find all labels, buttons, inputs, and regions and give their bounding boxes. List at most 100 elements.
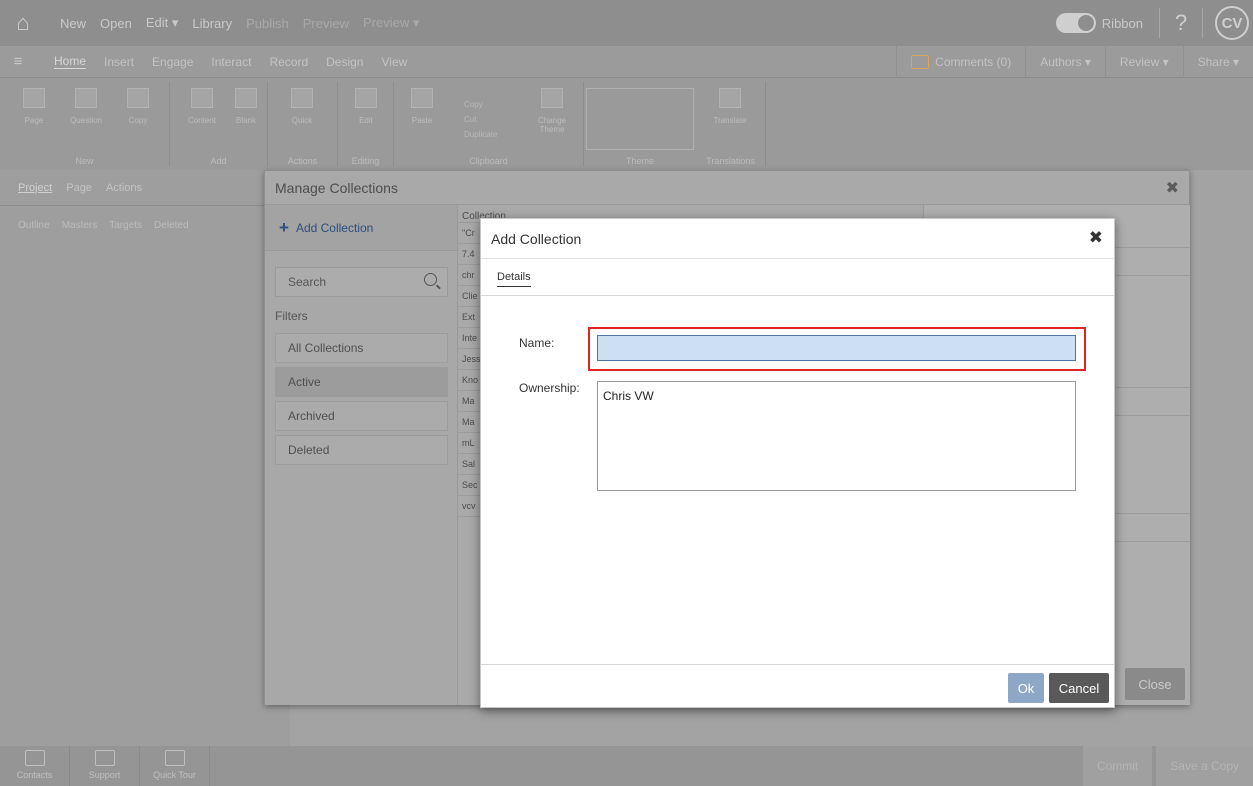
tab-insert[interactable]: Insert: [104, 55, 134, 69]
review-button[interactable]: Review ▾: [1104, 45, 1183, 78]
copy-small-button[interactable]: Copy: [464, 100, 483, 109]
home-icon[interactable]: ⌂: [0, 0, 46, 46]
close-icon[interactable]: ✖: [1166, 178, 1179, 198]
left-panel: Project Page Actions Outline Masters Tar…: [0, 170, 290, 746]
new-question-button[interactable]: Question: [66, 88, 106, 125]
add-dialog-tabs: Details: [481, 259, 1114, 296]
filter-deleted[interactable]: Deleted: [275, 435, 448, 465]
menu-open[interactable]: Open: [100, 16, 132, 31]
edit-button[interactable]: Edit: [346, 88, 386, 125]
ribbon-group-clipboard: Paste Copy Cut Duplicate Change Theme Cl…: [394, 82, 584, 166]
ownership-value: Chris VW: [603, 389, 654, 403]
subtab-targets[interactable]: Targets: [109, 220, 142, 231]
copy-icon: [127, 88, 149, 108]
tab-page[interactable]: Page: [66, 182, 92, 194]
support-icon: [94, 750, 115, 766]
signpost-icon: [164, 750, 185, 766]
search-icon: [424, 273, 437, 286]
duplicate-button[interactable]: Duplicate: [464, 130, 497, 139]
authors-button[interactable]: Authors ▾: [1025, 45, 1105, 78]
tab-project[interactable]: Project: [18, 182, 52, 194]
filters-label: Filters: [275, 309, 308, 323]
pencil-icon: [355, 88, 377, 108]
contacts-button[interactable]: Contacts: [0, 746, 70, 786]
share-button[interactable]: Share ▾: [1182, 45, 1253, 78]
ownership-label: Ownership:: [519, 381, 580, 395]
theme-icon: [541, 88, 563, 108]
group-label-actions: Actions: [287, 156, 318, 166]
menu-library[interactable]: Library: [192, 16, 232, 31]
subtab-outline[interactable]: Outline: [18, 220, 50, 231]
save-copy-button[interactable]: Save a Copy: [1156, 746, 1253, 786]
menu-preview-dropdown[interactable]: Preview ▾: [363, 15, 419, 31]
filter-archived[interactable]: Archived: [275, 401, 448, 431]
comments-label: Comments (0): [935, 54, 1012, 69]
ownership-field[interactable]: Chris VW: [597, 381, 1076, 491]
content-icon: [191, 88, 213, 108]
help-icon[interactable]: ?: [1166, 10, 1196, 36]
paste-button[interactable]: Paste: [402, 88, 442, 125]
menu-new[interactable]: New: [60, 16, 86, 31]
new-copy-button[interactable]: Copy: [118, 88, 158, 125]
add-dialog-title: Add Collection: [481, 219, 1114, 259]
filter-all-collections[interactable]: All Collections: [275, 333, 448, 363]
commit-button[interactable]: Commit: [1082, 746, 1153, 786]
ribbon: Page Question Copy New Content Blank Add…: [0, 78, 1253, 170]
collections-search-input[interactable]: Search: [275, 267, 448, 297]
hamburger-icon[interactable]: ≡: [0, 53, 36, 70]
close-button[interactable]: Close: [1125, 668, 1185, 700]
collections-sidebar: + Add Collection Search Filters All Coll…: [265, 205, 458, 705]
support-button[interactable]: Support: [70, 746, 140, 786]
tab-view[interactable]: View: [381, 55, 407, 69]
change-theme-button[interactable]: Change Theme: [532, 88, 572, 134]
group-label-new: New: [75, 156, 94, 166]
blank-icon: [235, 88, 257, 108]
manage-dialog-title: Manage Collections: [265, 171, 1189, 205]
quick-tour-button[interactable]: Quick Tour: [140, 746, 210, 786]
group-label-editing: Editing: [351, 156, 380, 166]
group-label-clipboard: Clipboard: [469, 156, 508, 166]
name-input[interactable]: [597, 335, 1076, 361]
new-page-button[interactable]: Page: [14, 88, 54, 125]
add-collection-label: Add Collection: [295, 220, 374, 235]
menu-preview[interactable]: Preview: [303, 16, 349, 31]
page-icon: [23, 88, 45, 108]
add-blank-button[interactable]: Blank: [226, 88, 266, 125]
tab-home[interactable]: Home: [54, 54, 87, 69]
close-icon[interactable]: ✖: [1089, 228, 1103, 248]
translate-button[interactable]: Translate: [710, 88, 750, 125]
group-label-translations: Translations: [706, 156, 755, 166]
top-bar: ⌂ New Open Edit ▾ Library Publish Previe…: [0, 0, 1253, 46]
ribbon-toggle[interactable]: [1055, 13, 1096, 33]
tab-record[interactable]: Record: [269, 55, 308, 69]
menu-publish[interactable]: Publish: [246, 16, 289, 31]
tab-interact[interactable]: Interact: [211, 55, 251, 69]
avatar[interactable]: CV: [1215, 6, 1249, 40]
subtab-deleted[interactable]: Deleted: [154, 220, 188, 231]
add-collection-dialog: Add Collection ✖ Details Name: Ownership…: [480, 218, 1115, 708]
tab-design[interactable]: Design: [326, 55, 363, 69]
quick-icon: [291, 88, 313, 108]
filter-active[interactable]: Active: [275, 367, 448, 397]
quick-button[interactable]: Quick: [282, 88, 322, 125]
bottom-bar: Contacts Support Quick Tour Commit Save …: [0, 746, 1253, 786]
subtab-masters[interactable]: Masters: [62, 220, 98, 231]
ok-button[interactable]: Ok: [1008, 673, 1044, 703]
add-content-button[interactable]: Content: [182, 88, 222, 125]
ribbon-group-actions: Quick Actions: [268, 82, 338, 166]
name-label: Name:: [519, 336, 555, 350]
ribbon-label: Ribbon: [1101, 15, 1143, 31]
cancel-button[interactable]: Cancel: [1049, 673, 1109, 703]
cut-button[interactable]: Cut: [464, 115, 476, 124]
tab-details[interactable]: Details: [497, 271, 531, 287]
search-placeholder: Search: [288, 275, 327, 289]
menu-edit[interactable]: Edit ▾: [146, 15, 179, 31]
ribbon-tabs: ≡ Home Insert Engage Interact Record Des…: [0, 45, 1253, 78]
ribbon-group-theme: Theme: [584, 82, 696, 166]
group-label-add: Add: [210, 156, 227, 166]
tab-actions[interactable]: Actions: [106, 182, 142, 194]
contacts-icon: [24, 750, 45, 766]
comments-button[interactable]: Comments (0): [896, 45, 1025, 78]
tab-engage[interactable]: Engage: [152, 55, 193, 69]
add-collection-button[interactable]: + Add Collection: [265, 205, 457, 251]
